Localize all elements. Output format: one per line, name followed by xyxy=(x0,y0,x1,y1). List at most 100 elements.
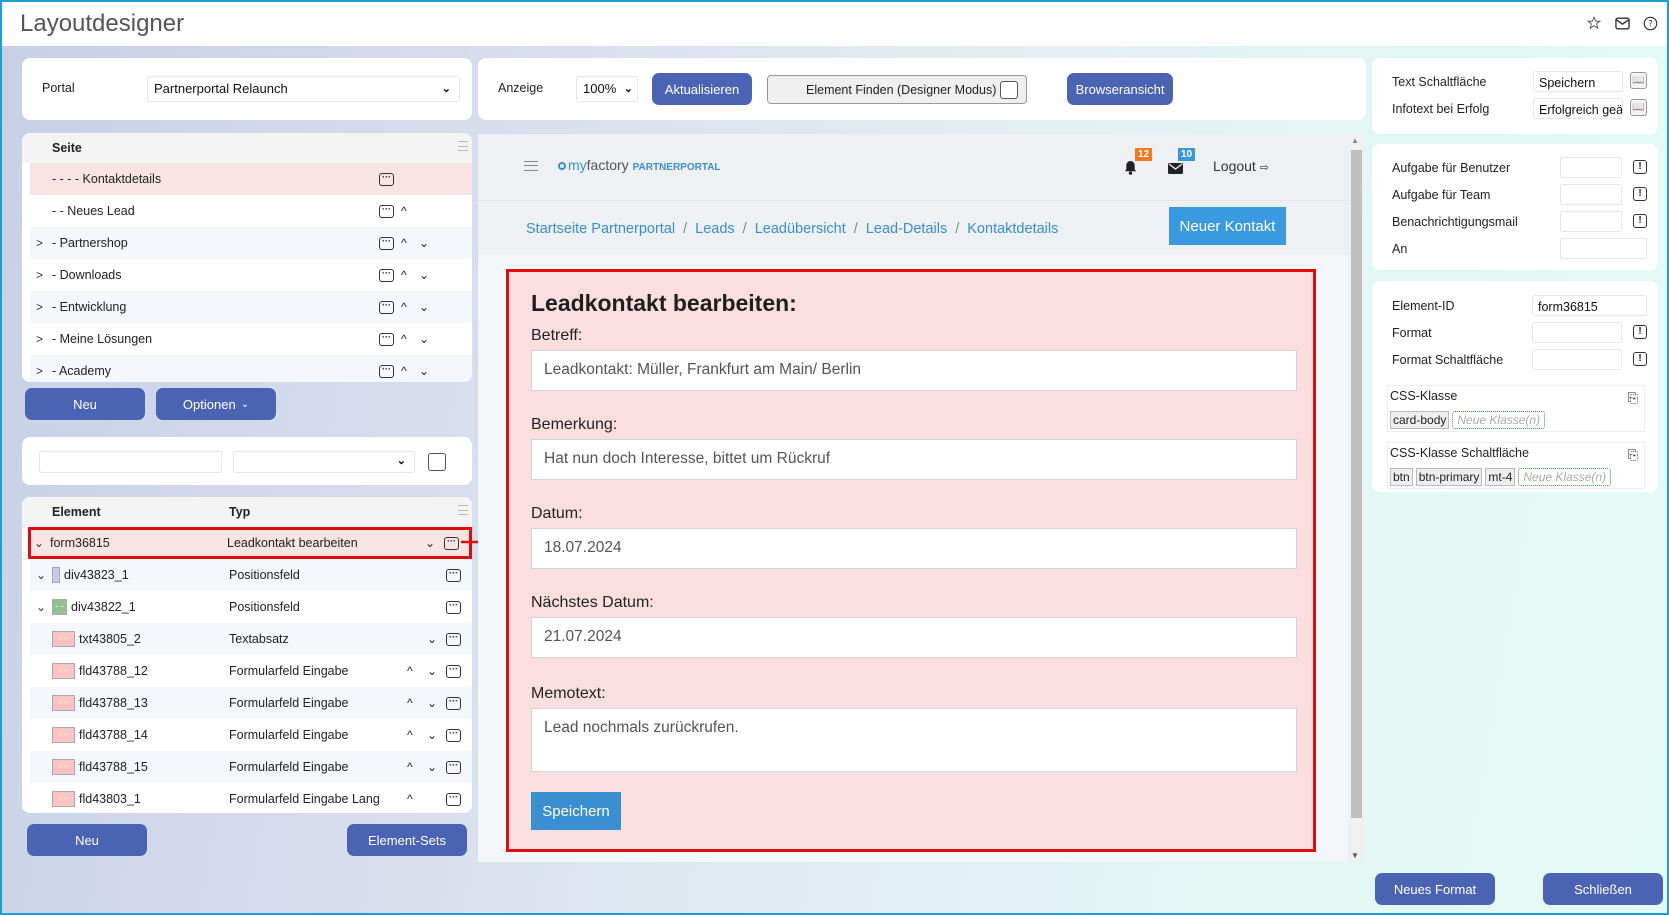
move-down-icon[interactable]: ⌄ xyxy=(419,364,429,378)
preview-scrollbar[interactable]: ▲ ▼ xyxy=(1348,134,1364,862)
chevron-down-icon[interactable]: ⌄ xyxy=(34,536,44,550)
element-row[interactable]: - - fld43788_12 Formularfeld Eingabe ^ ⌄ ··· xyxy=(30,655,472,687)
element-sets-button[interactable]: Element-Sets xyxy=(347,824,467,856)
move-down-icon[interactable]: ⌄ xyxy=(419,332,429,346)
browser-view-button[interactable]: Browseransicht xyxy=(1067,73,1173,105)
move-up-icon[interactable]: ^ xyxy=(407,728,413,742)
move-up-icon[interactable]: ^ xyxy=(407,696,413,710)
warning-icon[interactable]: ! xyxy=(1633,187,1647,201)
chevron-right-icon[interactable]: > xyxy=(36,332,43,346)
find-element-toggle[interactable]: Element Finden (Designer Modus) xyxy=(767,75,1027,104)
success-text-input[interactable]: Erfolgreich geär xyxy=(1533,98,1623,119)
more-icon[interactable]: ··· xyxy=(379,204,394,218)
more-icon[interactable]: ··· xyxy=(444,536,459,550)
translate-icon[interactable]: 📖 xyxy=(1630,72,1647,89)
envelope-icon[interactable] xyxy=(1168,162,1183,177)
elements-new-button[interactable]: Neu xyxy=(27,824,147,856)
more-icon[interactable]: ··· xyxy=(379,364,394,378)
more-icon[interactable]: ··· xyxy=(379,300,394,314)
refresh-button[interactable]: Aktualisieren xyxy=(652,73,752,105)
format-input[interactable] xyxy=(1532,322,1622,343)
to-input[interactable] xyxy=(1560,238,1647,259)
move-down-icon[interactable]: ⌄ xyxy=(425,536,435,550)
new-contact-button[interactable]: Neuer Kontakt xyxy=(1169,207,1286,245)
move-up-icon[interactable]: ^ xyxy=(401,236,407,250)
warning-icon[interactable]: ! xyxy=(1633,160,1647,174)
chevron-down-icon[interactable]: ⌄ xyxy=(36,600,46,614)
page-item[interactable]: - - - - Kontaktdetails ··· xyxy=(30,163,472,195)
move-up-icon[interactable]: ^ xyxy=(401,364,407,378)
more-icon[interactable]: ··· xyxy=(379,236,394,250)
bell-icon[interactable] xyxy=(1124,160,1137,178)
element-row[interactable]: - - fld43788_14 Formularfeld Eingabe ^ ⌄ ··· xyxy=(30,719,472,751)
zoom-select[interactable]: 100% ⌄ xyxy=(576,76,638,102)
css-class-tag[interactable]: card-body xyxy=(1390,411,1450,429)
column-menu-icon[interactable] xyxy=(458,141,468,151)
breadcrumb-link[interactable]: Lead-Details xyxy=(866,221,947,237)
css-button-class-tag[interactable]: mt-4 xyxy=(1485,468,1516,486)
move-down-icon[interactable]: ⌄ xyxy=(419,300,429,314)
element-row[interactable]: ⌄ - - div43822_1 Positionsfeld ··· xyxy=(30,591,472,623)
portal-select[interactable]: Partnerportal Relaunch ⌄ xyxy=(147,76,460,102)
scroll-thumb[interactable] xyxy=(1351,150,1362,818)
move-up-icon[interactable]: ^ xyxy=(401,300,407,314)
more-icon[interactable]: ··· xyxy=(446,600,461,614)
new-format-button[interactable]: Neues Format xyxy=(1375,873,1495,905)
move-down-icon[interactable]: ⌄ xyxy=(427,728,437,742)
move-up-icon[interactable]: ^ xyxy=(407,664,413,678)
task-team-input[interactable] xyxy=(1560,184,1622,205)
page-item[interactable]: > - Academy ··· ^ ⌄ xyxy=(30,355,472,382)
move-up-icon[interactable]: ^ xyxy=(401,268,407,282)
more-icon[interactable]: ··· xyxy=(446,760,461,774)
help-icon[interactable]: ? xyxy=(1641,14,1659,32)
move-up-icon[interactable]: ^ xyxy=(407,760,413,774)
pages-options-button[interactable]: Optionen ⌄ xyxy=(156,388,276,420)
breadcrumb-link[interactable]: Leads xyxy=(695,221,735,237)
element-type-select[interactable]: ⌄ xyxy=(233,451,415,473)
field-input[interactable]: Hat nun doch Interesse, bittet um Rückru… xyxy=(531,439,1297,480)
copy-icon[interactable]: ⎘ xyxy=(1628,447,1638,463)
copy-icon[interactable]: ⎘ xyxy=(1628,390,1638,406)
move-down-icon[interactable]: ⌄ xyxy=(419,236,429,250)
breadcrumb-link[interactable]: Kontaktdetails xyxy=(967,221,1058,237)
move-up-icon[interactable]: ^ xyxy=(407,792,413,806)
page-item[interactable]: > - Entwicklung ··· ^ ⌄ xyxy=(30,291,472,323)
more-icon[interactable]: ··· xyxy=(446,696,461,710)
move-down-icon[interactable]: ⌄ xyxy=(427,760,437,774)
new-class-input[interactable]: Neue Klasse(n) xyxy=(1452,411,1546,429)
hamburger-icon[interactable] xyxy=(524,161,538,171)
move-down-icon[interactable]: ⌄ xyxy=(427,664,437,678)
memo-textarea[interactable]: Lead nochmals zurückrufen. xyxy=(531,708,1297,772)
notify-mail-input[interactable] xyxy=(1560,211,1622,232)
field-input[interactable]: 21.07.2024 xyxy=(531,617,1297,658)
element-row[interactable]: - - txt43805_2 Textabsatz ⌄ ··· xyxy=(30,623,472,655)
chevron-down-icon[interactable]: ⌄ xyxy=(36,568,46,582)
element-search-input[interactable] xyxy=(39,451,222,473)
element-id-input[interactable]: form36815 xyxy=(1532,295,1647,316)
more-icon[interactable]: ··· xyxy=(446,568,461,582)
task-user-input[interactable] xyxy=(1560,157,1622,178)
more-icon[interactable]: ··· xyxy=(446,664,461,678)
field-input[interactable]: 18.07.2024 xyxy=(531,528,1297,569)
more-icon[interactable]: ··· xyxy=(446,632,461,646)
css-button-class-tag[interactable]: btn-primary xyxy=(1415,468,1483,486)
scroll-down-icon[interactable]: ▼ xyxy=(1351,851,1359,860)
format-button-input[interactable] xyxy=(1532,349,1622,370)
page-item[interactable]: > - Downloads ··· ^ ⌄ xyxy=(30,259,472,291)
more-icon[interactable]: ··· xyxy=(446,728,461,742)
move-up-icon[interactable]: ^ xyxy=(401,204,407,218)
field-input[interactable]: Leadkontakt: Müller, Frankfurt am Main/ … xyxy=(531,350,1297,391)
warning-icon[interactable]: ! xyxy=(1633,352,1647,366)
more-icon[interactable]: ··· xyxy=(379,332,394,346)
chevron-right-icon[interactable]: > xyxy=(36,300,43,314)
new-button-class-input[interactable]: Neue Klasse(n) xyxy=(1518,468,1612,486)
element-row[interactable]: - - fld43788_13 Formularfeld Eingabe ^ ⌄ ··· xyxy=(30,687,472,719)
scroll-up-icon[interactable]: ▲ xyxy=(1351,136,1359,145)
more-icon[interactable]: ··· xyxy=(446,792,461,806)
button-text-input[interactable]: Speichern xyxy=(1533,71,1623,92)
warning-icon[interactable]: ! xyxy=(1633,325,1647,339)
warning-icon[interactable]: ! xyxy=(1633,214,1647,228)
move-up-icon[interactable]: ^ xyxy=(401,332,407,346)
more-icon[interactable]: ··· xyxy=(379,268,394,282)
more-icon[interactable]: ··· xyxy=(379,172,394,186)
